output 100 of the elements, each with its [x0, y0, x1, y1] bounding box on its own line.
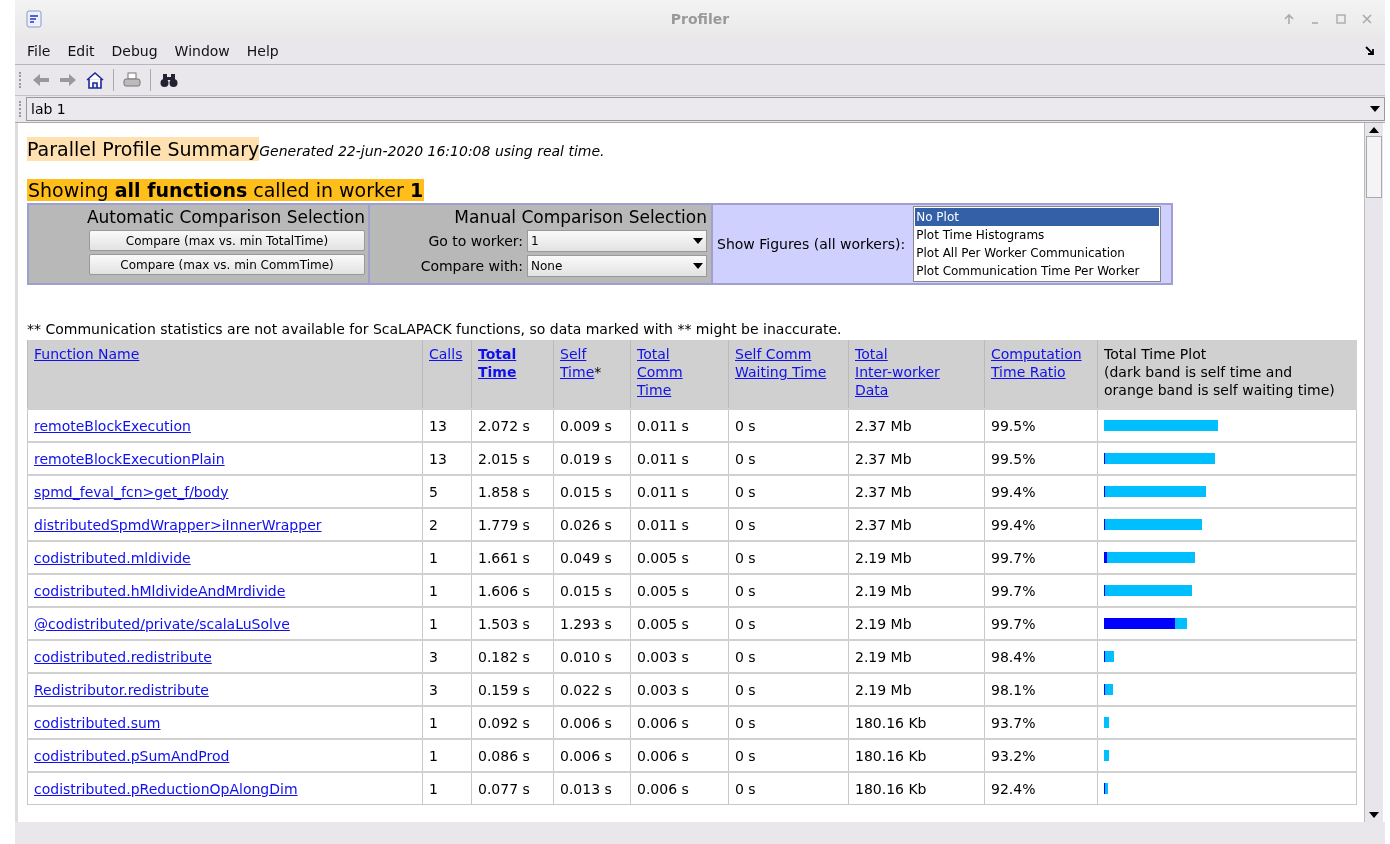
- table-cell: 1: [422, 541, 472, 574]
- table-cell: 0.005 s: [630, 607, 729, 640]
- caret-icon[interactable]: [1370, 106, 1380, 112]
- table-cell: 0.006 s: [553, 739, 631, 772]
- table-cell: 99.4%: [984, 475, 1098, 508]
- scroll-down-icon[interactable]: [1369, 812, 1379, 818]
- table-cell: 93.2%: [984, 739, 1098, 772]
- function-link[interactable]: codistributed.sum: [34, 714, 161, 731]
- column-header[interactable]: Self Time*: [553, 340, 631, 409]
- table-cell: 1: [422, 772, 472, 805]
- worker-dropdown[interactable]: 1: [527, 230, 707, 252]
- table-cell: 0.009 s: [553, 409, 631, 442]
- table-cell: 0 s: [728, 706, 849, 739]
- menu-item[interactable]: Window: [174, 43, 230, 59]
- table-cell: 0.019 s: [553, 442, 631, 475]
- table-cell: 0 s: [728, 574, 849, 607]
- table-cell: 93.7%: [984, 706, 1098, 739]
- table-cell: 99.4%: [984, 508, 1098, 541]
- menu-item[interactable]: Edit: [67, 43, 95, 59]
- list-option[interactable]: Plot Time Histograms: [915, 226, 1160, 244]
- table-cell: 2.37 Mb: [848, 442, 985, 475]
- table-cell: 1.606 s: [471, 574, 554, 607]
- table-cell: 0.182 s: [471, 640, 554, 673]
- table-cell: 2.015 s: [471, 442, 554, 475]
- column-header[interactable]: Total Comm Time: [630, 340, 729, 409]
- caret-icon[interactable]: [693, 238, 703, 244]
- table-cell: 99.7%: [984, 541, 1098, 574]
- menu-item[interactable]: Debug: [111, 43, 158, 59]
- undock-arrow-icon[interactable]: [1365, 46, 1375, 56]
- field-label: Go to worker:: [428, 233, 523, 249]
- figures-listbox[interactable]: No Plot Plot Time Histograms Plot All Per Worker Communication Plot Communication Time Per Worker: [913, 206, 1162, 282]
- table-cell: 98.4%: [984, 640, 1098, 673]
- column-header[interactable]: Self Comm Waiting Time: [728, 340, 849, 409]
- scroll-up-icon[interactable]: [1369, 127, 1379, 133]
- table-cell: 3: [422, 640, 472, 673]
- column-header[interactable]: Calls: [422, 340, 472, 409]
- table-cell: 1.661 s: [471, 541, 554, 574]
- field-label: Compare with:: [420, 258, 523, 274]
- compare-button[interactable]: Compare (max vs. min TotalTime): [89, 230, 365, 251]
- table-cell: 0.011 s: [630, 508, 729, 541]
- time-bar: [1104, 651, 1114, 662]
- table-cell: 0.013 s: [553, 772, 631, 805]
- table-cell: 0.011 s: [630, 475, 729, 508]
- scrollbar-thumb[interactable]: [1366, 136, 1382, 198]
- caret-icon[interactable]: [693, 263, 703, 269]
- table-cell: 1: [422, 739, 472, 772]
- table-cell: 0.159 s: [471, 673, 554, 706]
- table-cell: 0.006 s: [630, 772, 729, 805]
- table-cell: 0.006 s: [553, 706, 631, 739]
- table-cell: 2.37 Mb: [848, 508, 985, 541]
- field-label: Show Figures (all workers):: [717, 236, 906, 252]
- table-cell: 0 s: [728, 442, 849, 475]
- table-cell: 2: [422, 508, 472, 541]
- column-header[interactable]: Function Name: [27, 340, 423, 409]
- table-cell: 0.005 s: [630, 574, 729, 607]
- table-cell: 2.19 Mb: [848, 574, 985, 607]
- window-title: Profiler: [670, 11, 730, 27]
- table-cell: 0 s: [728, 607, 849, 640]
- table-cell: 0 s: [728, 541, 849, 574]
- summary-title: Parallel Profile Summary: [27, 137, 260, 161]
- time-bar: [1104, 783, 1108, 794]
- table-cell: 0.049 s: [553, 541, 631, 574]
- compare-dropdown[interactable]: None: [527, 255, 707, 277]
- table-cell: 13: [422, 442, 472, 475]
- table-cell: 0 s: [728, 409, 849, 442]
- menu-item[interactable]: File: [27, 43, 51, 59]
- column-header[interactable]: Computation Time Ratio: [984, 340, 1098, 409]
- compare-button[interactable]: Compare (max vs. min CommTime): [89, 254, 365, 275]
- panel-title: Manual Comparison Selection: [454, 207, 707, 227]
- table-cell: 2.072 s: [471, 409, 554, 442]
- menu-item[interactable]: Help: [246, 43, 279, 59]
- column-header[interactable]: Total Inter-worker Data: [848, 340, 985, 409]
- list-option[interactable]: Plot Communication Time Per Worker: [915, 262, 1160, 280]
- table-cell: 0 s: [728, 739, 849, 772]
- lab-dropdown[interactable]: lab 1: [26, 97, 1385, 121]
- document-icon: [26, 10, 42, 28]
- note-text: ** Communication statistics are not available for ScaLAPACK functions, so data marked with ** might be inaccurate.: [27, 321, 843, 337]
- table-cell: 0.011 s: [630, 442, 729, 475]
- table-cell: 180.16 Kb: [848, 739, 985, 772]
- table-cell: 0.022 s: [553, 673, 631, 706]
- table-cell: 1: [422, 607, 472, 640]
- home-icon[interactable]: [86, 71, 104, 89]
- column-header[interactable]: Total Time: [471, 340, 554, 409]
- table-cell: 0.015 s: [553, 574, 631, 607]
- table-cell: 0 s: [728, 640, 849, 673]
- table-cell: 0.006 s: [630, 706, 729, 739]
- list-option[interactable]: Plot All Per Worker Communication: [915, 244, 1160, 262]
- table-cell: 0.003 s: [630, 673, 729, 706]
- table-cell: 99.5%: [984, 409, 1098, 442]
- table-cell: 0 s: [728, 475, 849, 508]
- table-cell: 1: [422, 574, 472, 607]
- table-cell: 0.006 s: [630, 739, 729, 772]
- table-cell: 0.086 s: [471, 739, 554, 772]
- time-bar: [1104, 750, 1109, 761]
- table-cell: 99.5%: [984, 442, 1098, 475]
- table-cell: 92.4%: [984, 772, 1098, 805]
- table-cell: 0 s: [728, 772, 849, 805]
- table-cell: 3: [422, 673, 472, 706]
- list-option[interactable]: No Plot: [915, 208, 1160, 226]
- table-cell: 1.293 s: [553, 607, 631, 640]
